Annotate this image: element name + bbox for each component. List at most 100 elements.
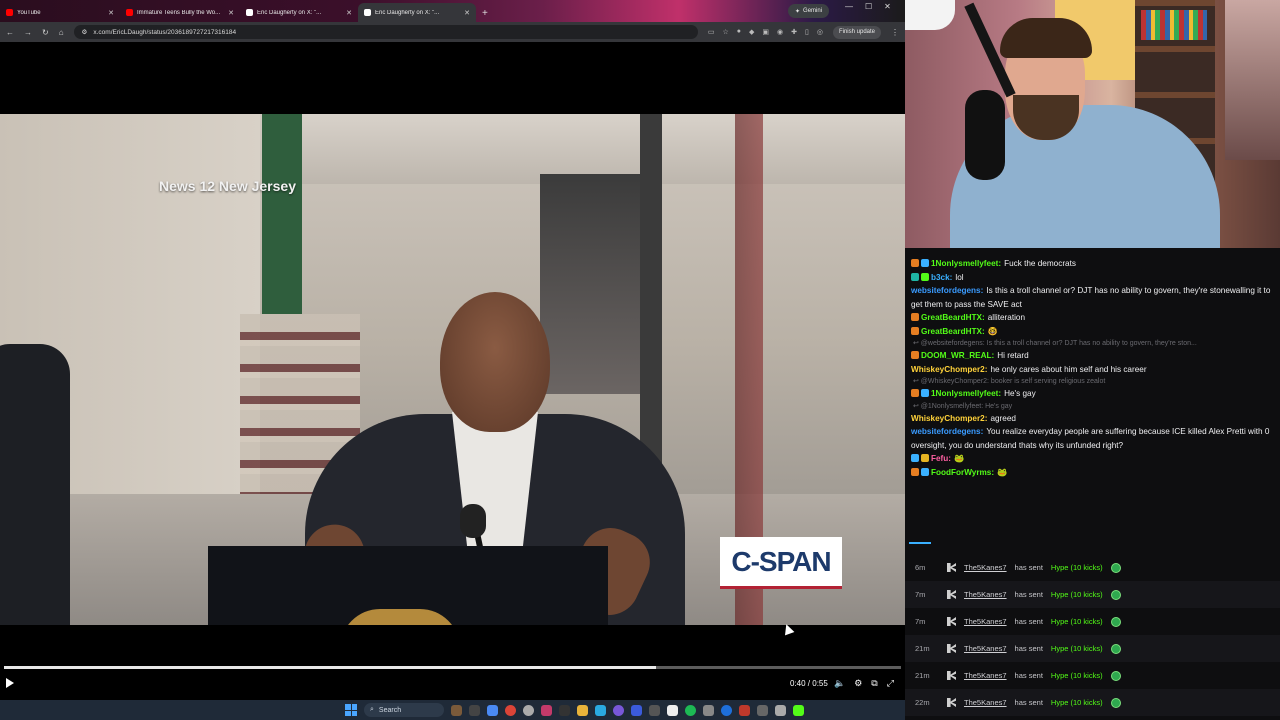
video-player[interactable]: News 12 New Jersey C-SPAN 0:40 / 0:55 🔈 … — [0, 42, 905, 700]
finish-update-button[interactable]: Finish update — [832, 25, 881, 39]
taskbar-app-icon[interactable] — [703, 704, 714, 716]
sidebar-icon[interactable]: ▯ — [805, 28, 809, 36]
event-username[interactable]: The5Kanes7 — [964, 563, 1007, 572]
wall-mirror — [1225, 0, 1280, 160]
chat-username[interactable]: b3ck: — [931, 273, 952, 282]
close-icon[interactable]: ✕ — [228, 9, 234, 17]
video-progress-bar[interactable] — [4, 666, 901, 669]
kick-icon[interactable] — [793, 704, 804, 716]
hype-event-row: 21m The5Kanes7 has sent Hype (10 kicks) — [905, 635, 1280, 662]
taskbar-app-icon[interactable] — [469, 704, 480, 716]
windows-start-icon[interactable] — [345, 704, 357, 716]
chat-username[interactable]: websitefordegens: — [911, 427, 983, 436]
chat-username[interactable]: Fefu: — [931, 454, 951, 463]
taskbar-app-icon[interactable] — [487, 704, 498, 716]
play-icon[interactable] — [6, 678, 14, 688]
chat-username[interactable]: WhiskeyChomper2: — [911, 414, 987, 423]
event-username[interactable]: The5Kanes7 — [964, 617, 1007, 626]
profile-icon[interactable]: ◎ — [817, 28, 823, 36]
chat-username[interactable]: websitefordegens: — [911, 286, 983, 295]
taskbar-app-icon[interactable] — [451, 704, 462, 716]
taskbar-app-icon[interactable] — [613, 704, 624, 716]
close-icon[interactable]: ✕ — [464, 9, 470, 17]
chrome-icon[interactable] — [505, 704, 516, 716]
taskbar-app-icon[interactable] — [541, 704, 552, 716]
video-frame[interactable]: News 12 New Jersey C-SPAN — [0, 114, 905, 625]
chat-username[interactable]: 1Nonlysmellyfeet: — [931, 259, 1001, 268]
event-hype: Hype (10 kicks) — [1050, 644, 1103, 653]
event-username[interactable]: The5Kanes7 — [964, 671, 1007, 680]
chat-divider — [909, 542, 931, 544]
badge-icon — [921, 272, 929, 281]
plus-icon[interactable]: + — [476, 8, 494, 22]
badge-icon — [921, 389, 929, 397]
chat-text: 🐸 — [997, 467, 1008, 477]
back-icon[interactable]: ← — [6, 28, 14, 37]
screen: YouTube ✕ Immature Teens Bully the Wo...… — [0, 0, 1280, 720]
taskbar-app-icon[interactable] — [775, 704, 786, 716]
hype-event-row: 7m The5Kanes7 has sent Hype (10 kicks) — [905, 581, 1280, 608]
bookmark-star-icon[interactable]: ☆ — [722, 28, 728, 36]
close-icon[interactable]: ✕ — [108, 9, 114, 17]
taskbar-app-icon[interactable] — [721, 704, 732, 716]
chat-username[interactable]: WhiskeyChomper2: — [911, 365, 987, 374]
taskbar-app-icon[interactable] — [757, 704, 768, 716]
event-action: has sent — [1014, 644, 1043, 653]
spotify-icon[interactable] — [685, 704, 696, 716]
close-window-icon[interactable]: ✕ — [884, 2, 891, 11]
taskbar-app-icon[interactable] — [631, 704, 642, 716]
taskbar-app-icon[interactable] — [523, 704, 534, 716]
event-username[interactable]: The5Kanes7 — [964, 590, 1007, 599]
chat-username[interactable]: GreatBeardHTX: — [921, 327, 985, 336]
minimize-icon[interactable]: — — [845, 2, 853, 11]
maximize-icon[interactable]: ☐ — [865, 2, 872, 11]
chat-messages[interactable]: 1Nonlysmellyfeet: Fuck the democrats b3ck:… — [905, 248, 1280, 540]
badge-icon — [911, 313, 919, 321]
tab-immature-teens[interactable]: Immature Teens Bully the Wo... ✕ — [120, 3, 240, 22]
extension-icon[interactable]: ◆ — [749, 28, 754, 36]
taskbar-app-icon[interactable] — [649, 704, 660, 716]
hype-coin-icon — [1110, 643, 1121, 654]
taskbar-app-icon[interactable] — [739, 704, 750, 716]
tab-youtube[interactable]: YouTube ✕ — [0, 3, 120, 22]
tab-eric-daugherty-2[interactable]: Eric Daugherty on X: "... ✕ — [358, 3, 476, 22]
url-field[interactable]: ⚙ x.com/EricLDaugh/status/20361897272173… — [73, 25, 698, 39]
chat-username[interactable]: GreatBeardHTX: — [921, 313, 985, 322]
tab-eric-daugherty-1[interactable]: Eric Daugherty on X: "... ✕ — [240, 3, 358, 22]
settings-gear-icon[interactable]: ⚙ — [854, 678, 862, 689]
event-username[interactable]: The5Kanes7 — [964, 698, 1007, 707]
menu-dots-icon[interactable]: ⋮ — [891, 28, 899, 37]
extension-icon[interactable]: ◉ — [777, 28, 783, 36]
gemini-label: Gemini — [803, 8, 823, 14]
chat-username[interactable]: DOOM_WR_REAL: — [921, 351, 994, 360]
gemini-button[interactable]: ✦ Gemini — [788, 4, 830, 18]
scene-store — [262, 114, 302, 314]
kick-icon — [947, 698, 956, 707]
fullscreen-icon[interactable]: ⤢ — [887, 678, 894, 689]
taskbar-app-icon[interactable] — [595, 704, 606, 716]
site-info-icon[interactable]: ⚙ — [82, 28, 88, 36]
forward-icon[interactable]: → — [24, 28, 32, 37]
kick-icon — [947, 671, 956, 680]
event-age: 6m — [915, 563, 926, 572]
taskbar-app-icon[interactable] — [559, 704, 570, 716]
extension-icon[interactable]: ▣ — [762, 28, 769, 36]
streamer-microphone — [965, 90, 1005, 180]
home-icon[interactable]: ⌂ — [59, 28, 64, 37]
chat-username[interactable]: FoodForWyrms: — [931, 468, 994, 477]
chat-username[interactable]: 1Nonlysmellyfeet: — [931, 389, 1001, 398]
taskbar-search[interactable]: ⌕ Search — [364, 703, 444, 717]
pip-icon[interactable]: ⧉ — [871, 678, 877, 689]
volume-icon[interactable]: 🔈 — [834, 678, 845, 689]
reload-icon[interactable]: ↻ — [42, 28, 49, 37]
puzzle-icon[interactable]: ✚ — [791, 28, 797, 36]
folder-icon[interactable] — [577, 704, 588, 716]
event-username[interactable]: The5Kanes7 — [964, 644, 1007, 653]
taskbar-app-icon[interactable] — [667, 704, 678, 716]
chat-text: Hi retard — [997, 351, 1029, 360]
address-bar-row: ← → ↻ ⌂ ⚙ x.com/EricLDaugh/status/203618… — [0, 22, 905, 42]
close-icon[interactable]: ✕ — [346, 9, 352, 17]
cast-icon[interactable]: ▭ — [708, 28, 715, 36]
extension-icon[interactable]: ● — [737, 28, 741, 36]
event-hype: Hype (10 kicks) — [1050, 698, 1103, 707]
